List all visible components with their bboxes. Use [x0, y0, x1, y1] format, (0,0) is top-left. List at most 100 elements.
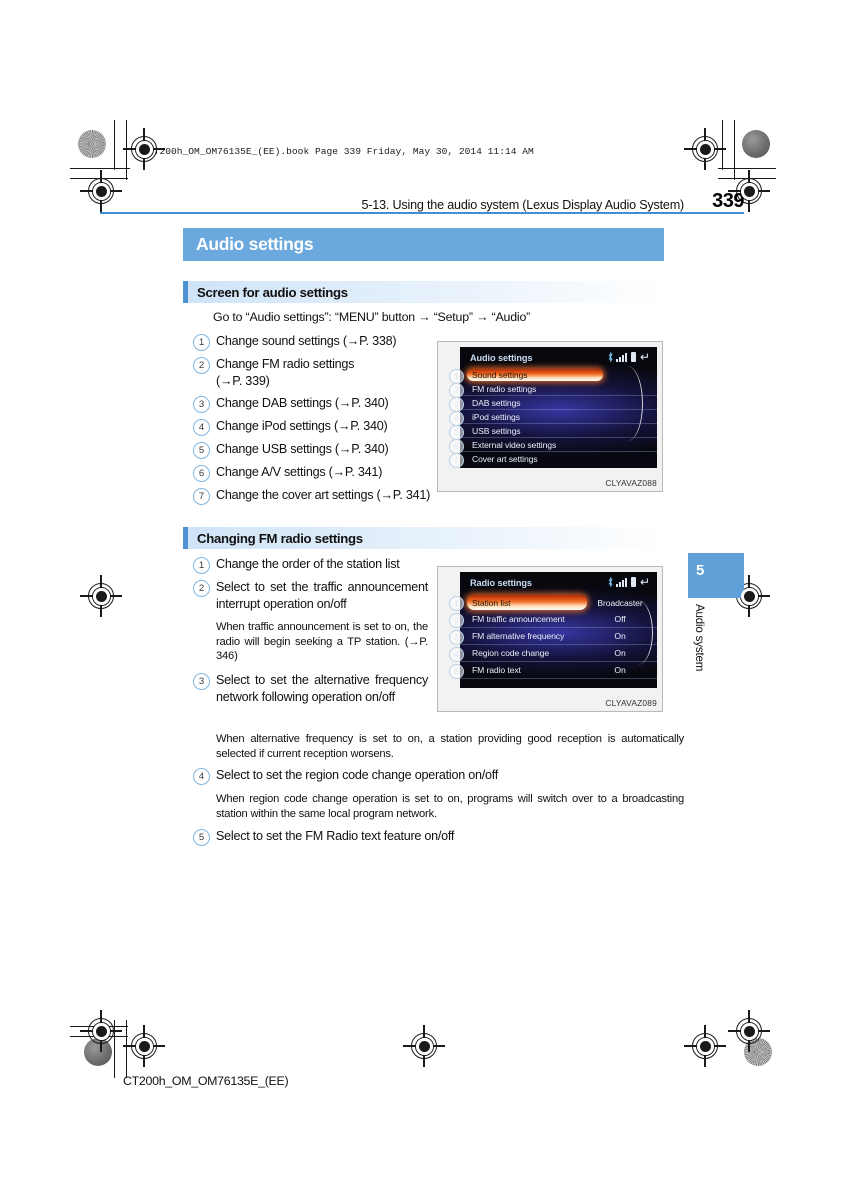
list-item-label: Change iPod settings (→P. 340) — [216, 419, 388, 434]
row-value: Broadcaster — [597, 597, 643, 608]
screen-row-fm-radio-text[interactable]: FM radio text On — [460, 662, 657, 679]
screen-row-list: Sound settings FM radio settings DAB set… — [460, 368, 657, 466]
registration-mark — [80, 1010, 122, 1052]
figure-caption: CLYAVAZ088 — [605, 478, 657, 488]
crop-mark — [70, 168, 130, 169]
row-value: Off — [614, 614, 626, 624]
screen-row-dab-settings[interactable]: DAB settings — [460, 396, 657, 410]
screen-row-sound-settings[interactable]: Sound settings — [460, 368, 657, 382]
callout-number: 3 — [193, 672, 210, 690]
bluetooth-icon — [608, 352, 613, 362]
figure-callout-5: 5 — [449, 425, 464, 440]
registration-mark — [123, 1025, 165, 1067]
list-item: 3 Change DAB settings (→P. 340) — [193, 395, 438, 414]
callout-number: 7 — [193, 488, 210, 506]
signal-icon — [615, 577, 627, 587]
print-control-dot-top-right — [742, 130, 770, 158]
section-header-screen-for-audio-settings: Screen for audio settings — [183, 281, 664, 303]
row-label: FM radio settings — [472, 383, 537, 394]
figure-callout-4: 4 — [449, 411, 464, 426]
back-arrow-icon[interactable]: ↵ — [640, 576, 650, 588]
figure-callout-2: 2 — [449, 383, 464, 398]
crop-mark — [718, 168, 776, 169]
fm-radio-settings-list: 1 Change the order of the station list 2… — [193, 556, 433, 711]
screen-row-cover-art-settings[interactable]: Cover art settings — [460, 452, 657, 466]
list-note: When traffic announcement is set to on, … — [216, 621, 428, 663]
manual-page: CT200h_OM_OM76135E_(EE).book Page 339 Fr… — [0, 0, 848, 1200]
print-slug-line: CT200h_OM_OM76135E_(EE).book Page 339 Fr… — [148, 146, 534, 157]
screen-status-bar: ↵ — [608, 351, 650, 363]
list-item-label: Change the order of the station list — [216, 557, 400, 571]
figure-callout-6: 6 — [449, 439, 464, 454]
row-value: On — [614, 665, 626, 675]
screen-title: Radio settings — [470, 578, 532, 588]
running-head-title: 5-13. Using the audio system (Lexus Disp… — [361, 198, 685, 212]
row-label: USB settings — [472, 425, 521, 436]
row-label: Sound settings — [472, 370, 528, 380]
row-label: Cover art settings — [472, 454, 538, 464]
section-intro-text: Go to “Audio settings”: “MENU” button → … — [213, 310, 531, 324]
screen-row-fm-traffic-announcement[interactable]: FM traffic announcement Off — [460, 611, 657, 628]
screen-row-region-code-change[interactable]: Region code change On — [460, 645, 657, 662]
list-item-label: Change sound settings (→P. 338) — [216, 334, 397, 348]
list-item: 4 Change iPod settings (→P. 340) — [193, 418, 438, 437]
row-label: FM radio text — [472, 665, 521, 675]
screen-row-fm-alternative-frequency[interactable]: FM alternative frequency On — [460, 628, 657, 645]
list-item-label: Change the cover art settings (→P. 341) — [216, 488, 431, 503]
list-item-label: Change FM radio settings (→P. 339) — [216, 357, 355, 389]
list-item: 5 Change USB settings (→P. 340) — [193, 441, 438, 460]
battery-icon — [630, 577, 636, 587]
callout-number: 5 — [193, 442, 210, 460]
section-heading-text: Changing FM radio settings — [197, 530, 363, 546]
bluetooth-icon — [608, 577, 613, 587]
registration-mark — [728, 1010, 770, 1052]
list-item-label: Select to set the traffic announcement i… — [216, 580, 428, 612]
list-item-label: Select to set the FM Radio text feature … — [216, 829, 455, 844]
screen-row-fm-radio-settings[interactable]: FM radio settings — [460, 382, 657, 396]
chapter-title: Audio settings — [196, 234, 314, 254]
audio-settings-list: 1 Change sound settings (→P. 338) 2 Chan… — [193, 333, 438, 510]
back-arrow-icon[interactable]: ↵ — [640, 351, 650, 363]
figure-caption: CLYAVAZ089 — [605, 698, 657, 708]
section-heading-text: Screen for audio settings — [197, 284, 348, 300]
running-head: 5-13. Using the audio system (Lexus Disp… — [100, 190, 745, 213]
list-item-label: Change A/V settings (→P. 341) — [216, 465, 383, 480]
callout-number: 1 — [193, 557, 210, 574]
list-item: 7 Change the cover art settings (→P. 341… — [193, 487, 438, 506]
row-label: External video settings — [472, 439, 557, 450]
row-label: FM alternative frequency — [472, 631, 565, 641]
fm-radio-settings-list-continued: When alternative frequency is set to on,… — [193, 732, 684, 851]
signal-icon — [615, 352, 627, 362]
figure-callout-5: 5 — [449, 664, 464, 679]
screen-row-usb-settings[interactable]: USB settings — [460, 424, 657, 438]
callout-number: 1 — [193, 334, 210, 351]
row-value: On — [614, 631, 626, 641]
screen-row-external-video-settings[interactable]: External video settings — [460, 438, 657, 452]
crop-mark — [734, 120, 735, 180]
registration-mark — [684, 128, 726, 170]
figure-callout-4: 4 — [449, 647, 464, 662]
chapter-title-band: Audio settings — [183, 228, 664, 261]
list-item-label: Change USB settings (→P. 340) — [216, 442, 389, 457]
figure-callout-3: 3 — [449, 397, 464, 412]
row-label: FM traffic announcement — [472, 614, 565, 624]
footer-document-id: CT200h_OM_OM76135E_(EE) — [123, 1074, 289, 1088]
figure-callout-1: 1 — [449, 596, 464, 611]
list-item: 1 Change the order of the station list — [193, 556, 433, 574]
section-header-changing-fm-radio-settings: Changing FM radio settings — [183, 527, 664, 549]
figure-callout-7: 7 — [449, 453, 464, 468]
page-number: 339 — [712, 190, 744, 212]
device-screen: Audio settings ↵ Sound settings FM radio… — [460, 347, 657, 468]
crop-mark — [114, 120, 115, 170]
header-rule — [100, 212, 744, 215]
chapter-tab: 5 — [688, 553, 744, 598]
screen-row-ipod-settings[interactable]: iPod settings — [460, 410, 657, 424]
list-item: 2 Select to set the traffic announcement… — [193, 579, 433, 613]
row-value: On — [614, 648, 626, 658]
callout-number: 2 — [193, 580, 210, 597]
row-label: Station list — [472, 597, 511, 608]
registration-mark — [80, 575, 122, 617]
callout-number: 4 — [193, 419, 210, 437]
crop-mark — [126, 120, 127, 180]
screen-row-station-list[interactable]: Station list Broadcaster — [460, 594, 657, 611]
